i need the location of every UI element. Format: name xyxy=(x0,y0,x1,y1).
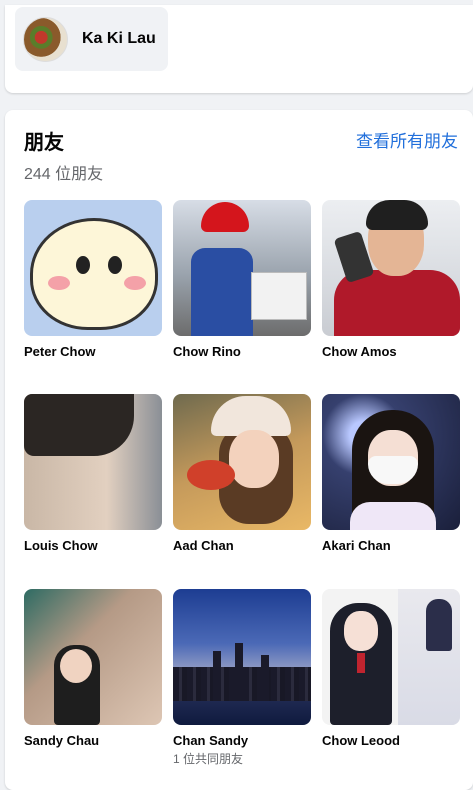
friend-name[interactable]: Peter Chow xyxy=(24,344,162,359)
profile-chip[interactable]: Ka Ki Lau xyxy=(15,7,168,71)
friend-card[interactable]: Chow Leood xyxy=(322,589,460,748)
friend-photo[interactable] xyxy=(24,589,162,725)
friend-name[interactable]: Akari Chan xyxy=(322,538,460,553)
friend-name[interactable]: Sandy Chau xyxy=(24,733,162,748)
friend-photo[interactable] xyxy=(173,200,311,336)
friend-photo[interactable] xyxy=(24,200,162,336)
see-all-friends-link[interactable]: 查看所有朋友 xyxy=(356,127,458,152)
friend-card[interactable]: Chan Sandy 1 位共同朋友 xyxy=(173,589,311,767)
avatar[interactable] xyxy=(23,16,68,62)
friend-card[interactable]: Louis Chow xyxy=(24,394,162,553)
friend-card[interactable]: Chow Amos xyxy=(322,200,460,359)
friend-photo[interactable] xyxy=(322,200,460,336)
section-title[interactable]: 朋友 xyxy=(24,126,64,155)
friend-photo[interactable] xyxy=(173,394,311,530)
friend-photo[interactable] xyxy=(322,394,460,530)
friend-count: 244 位朋友 xyxy=(24,166,104,183)
friend-photo[interactable] xyxy=(322,589,460,725)
friend-photo[interactable] xyxy=(24,394,162,530)
friends-card: 朋友 244 位朋友 查看所有朋友 Peter Chow Chow Rino C… xyxy=(5,110,473,790)
friend-card[interactable]: Sandy Chau xyxy=(24,589,162,748)
friend-name[interactable]: Louis Chow xyxy=(24,538,162,553)
friend-photo[interactable] xyxy=(173,589,311,725)
friend-card[interactable]: Akari Chan xyxy=(322,394,460,553)
friend-name[interactable]: Chan Sandy xyxy=(173,733,311,748)
friend-name[interactable]: Chow Leood xyxy=(322,733,460,748)
mutual-friends-count: 1 位共同朋友 xyxy=(173,752,244,766)
profile-name[interactable]: Ka Ki Lau xyxy=(82,30,156,48)
friend-card[interactable]: Peter Chow xyxy=(24,200,162,359)
profile-header-card: Ka Ki Lau xyxy=(5,5,473,93)
friend-card[interactable]: Aad Chan xyxy=(173,394,311,553)
friend-name[interactable]: Aad Chan xyxy=(173,538,311,553)
friend-card[interactable]: Chow Rino xyxy=(173,200,311,359)
friend-name[interactable]: Chow Amos xyxy=(322,344,460,359)
friend-name[interactable]: Chow Rino xyxy=(173,344,311,359)
